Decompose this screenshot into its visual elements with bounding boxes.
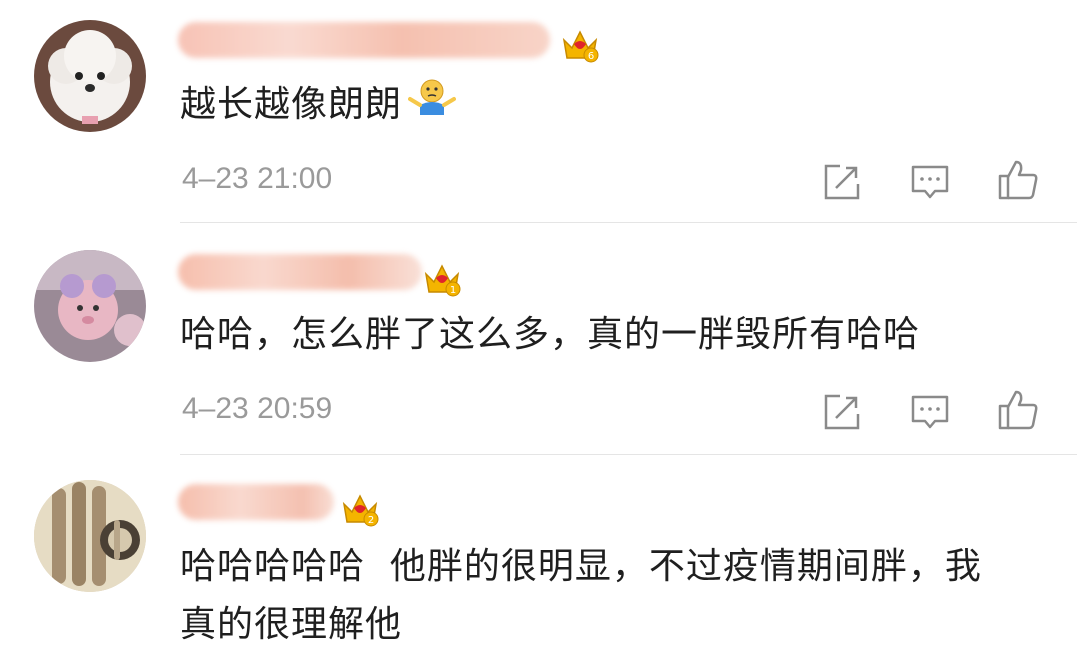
comment-item: 6 越长越像朗朗 4–23 21:00 xyxy=(0,0,1077,224)
like-icon[interactable] xyxy=(996,388,1040,432)
username-blurred[interactable] xyxy=(178,484,334,520)
share-icon[interactable] xyxy=(820,390,864,434)
vip-crown-icon: 6 xyxy=(562,30,599,63)
avatar[interactable] xyxy=(34,250,146,362)
badge-level: 2 xyxy=(368,515,374,526)
like-icon[interactable] xyxy=(996,158,1040,202)
avatar[interactable] xyxy=(34,20,146,132)
share-icon[interactable] xyxy=(820,160,864,204)
badge-level: 1 xyxy=(450,285,456,296)
comment-item: 2 哈哈哈哈哈 他胖的很明显，不过疫情期间胖，我 真的很理解他 xyxy=(0,456,1077,645)
comment-text: 哈哈哈哈哈 他胖的很明显，不过疫情期间胖，我 真的很理解他 xyxy=(180,538,982,654)
badge-level: 6 xyxy=(588,51,594,62)
username-blurred[interactable] xyxy=(178,254,422,290)
comment-text: 哈哈，怎么胖了这么多，真的一胖毁所有哈哈 xyxy=(180,314,921,355)
comment-timestamp: 4–23 20:59 xyxy=(182,392,333,425)
comment-text-line: 哈哈哈哈哈 他胖的很明显，不过疫情期间胖，我 xyxy=(180,546,982,587)
username-blurred[interactable] xyxy=(178,22,550,58)
shrug-emoji-icon xyxy=(408,77,457,135)
comment-text-content: 越长越像朗朗 xyxy=(180,84,403,125)
comment-text: 越长越像朗朗 xyxy=(180,76,457,135)
comment-icon[interactable] xyxy=(908,390,952,434)
vip-crown-icon: 2 xyxy=(342,494,379,527)
comment-item: 1 哈哈，怎么胖了这么多，真的一胖毁所有哈哈 4–23 20:59 xyxy=(0,224,1077,456)
avatar[interactable] xyxy=(34,480,146,592)
comment-text-line: 真的很理解他 xyxy=(180,604,403,645)
comment-icon[interactable] xyxy=(908,160,952,204)
divider xyxy=(180,454,1077,455)
vip-crown-icon: 1 xyxy=(424,264,461,297)
comment-timestamp: 4–23 21:00 xyxy=(182,162,333,195)
divider xyxy=(180,222,1077,223)
